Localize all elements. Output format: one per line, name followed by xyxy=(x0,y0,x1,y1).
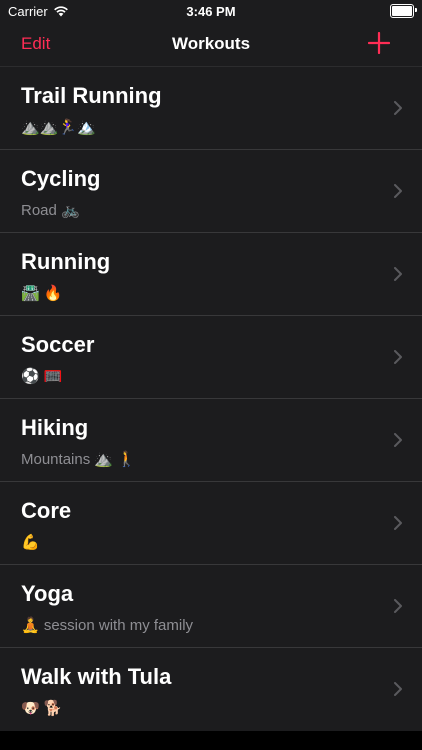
status-time: 3:46 PM xyxy=(186,3,236,19)
workout-row[interactable]: Hiking Mountains ⛰️ 🚶 xyxy=(0,399,422,482)
status-right xyxy=(390,4,417,18)
battery-icon xyxy=(390,4,417,18)
workout-row[interactable]: Soccer ⚽ 🥅 xyxy=(0,316,422,399)
workout-title: Hiking xyxy=(21,415,89,440)
workout-subtitle: ⚽ 🥅 xyxy=(21,368,63,385)
workout-list: Trail Running ⛰️⛰️🏃‍♀️🏔️ Cycling Road 🚲 Runn… xyxy=(0,67,422,731)
workout-row[interactable]: Trail Running ⛰️⛰️🏃‍♀️🏔️ xyxy=(0,67,422,150)
page-title: Workouts xyxy=(171,34,251,53)
workout-title: Walk with Tula xyxy=(21,664,172,689)
navigation-bar: Edit Workouts xyxy=(0,22,422,67)
plus-icon[interactable] xyxy=(368,32,390,54)
status-bar: Carrier 3:46 PM xyxy=(0,0,422,22)
chevron-right-icon xyxy=(394,184,402,198)
chevron-right-icon xyxy=(394,682,402,696)
workout-subtitle: 🛣️ 🔥 xyxy=(21,285,63,302)
workout-row[interactable]: Walk with Tula 🐶 🐕 xyxy=(0,648,422,731)
workout-title: Soccer xyxy=(21,332,95,357)
workout-row[interactable]: Running 🛣️ 🔥 xyxy=(0,233,422,316)
battery-fill xyxy=(392,6,412,16)
workout-title: Trail Running xyxy=(21,83,162,108)
workout-title: Yoga xyxy=(21,581,74,606)
chevron-right-icon xyxy=(394,350,402,364)
workout-row[interactable]: Core 💪 xyxy=(0,482,422,565)
workout-subtitle: Road 🚲 xyxy=(21,202,80,219)
workout-subtitle: 🧘 session with my family xyxy=(21,617,194,634)
workout-title: Core xyxy=(21,498,72,523)
workout-subtitle: 💪 xyxy=(21,534,40,551)
chevron-right-icon xyxy=(394,101,402,115)
chevron-right-icon xyxy=(394,516,402,530)
workout-subtitle: Mountains ⛰️ 🚶 xyxy=(21,451,136,468)
workout-row[interactable]: Yoga 🧘 session with my family xyxy=(0,565,422,648)
workout-subtitle: ⛰️⛰️🏃‍♀️🏔️ xyxy=(21,119,96,136)
workout-title: Running xyxy=(21,249,111,274)
workout-subtitle: 🐶 🐕 xyxy=(21,700,63,717)
workout-title: Cycling xyxy=(21,166,101,191)
chevron-right-icon xyxy=(394,267,402,281)
chevron-right-icon xyxy=(394,433,402,447)
chevron-right-icon xyxy=(394,599,402,613)
workout-row[interactable]: Cycling Road 🚲 xyxy=(0,150,422,233)
